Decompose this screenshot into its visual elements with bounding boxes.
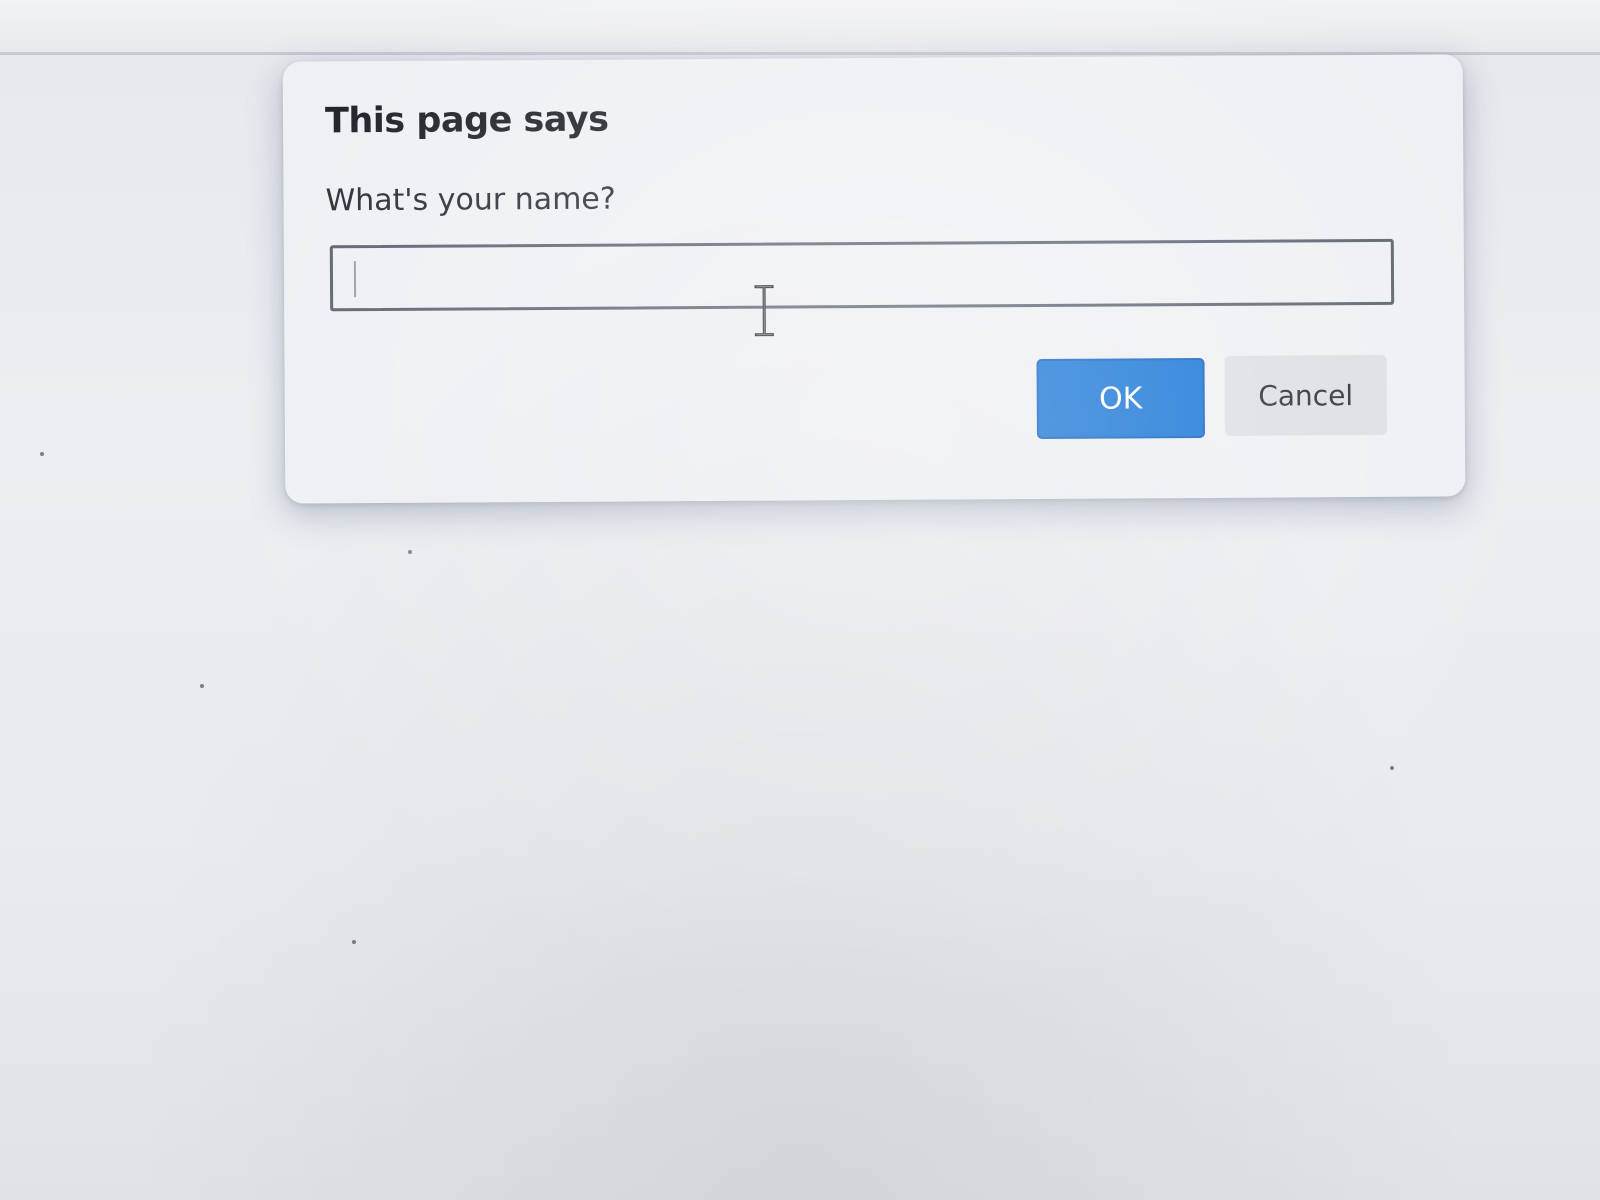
dialog-title: This page says: [324, 99, 609, 142]
screen-speck: [40, 452, 44, 456]
name-input[interactable]: [329, 238, 1395, 312]
text-caret: [353, 261, 357, 298]
text-cursor-icon: [754, 285, 774, 337]
browser-toolbar-edge: [0, 0, 1600, 55]
screen-speck: [1390, 766, 1394, 770]
ok-button[interactable]: OK: [1036, 357, 1205, 440]
dialog-message: What's your name?: [325, 181, 616, 219]
screen-speck: [200, 684, 204, 688]
browser-page: This page says What's your name? OK Canc…: [0, 0, 1600, 1200]
prompt-dialog: This page says What's your name? OK Canc…: [282, 54, 1466, 504]
screen-speck: [352, 940, 356, 944]
cancel-button[interactable]: Cancel: [1224, 354, 1387, 436]
screen-speck: [408, 550, 412, 554]
